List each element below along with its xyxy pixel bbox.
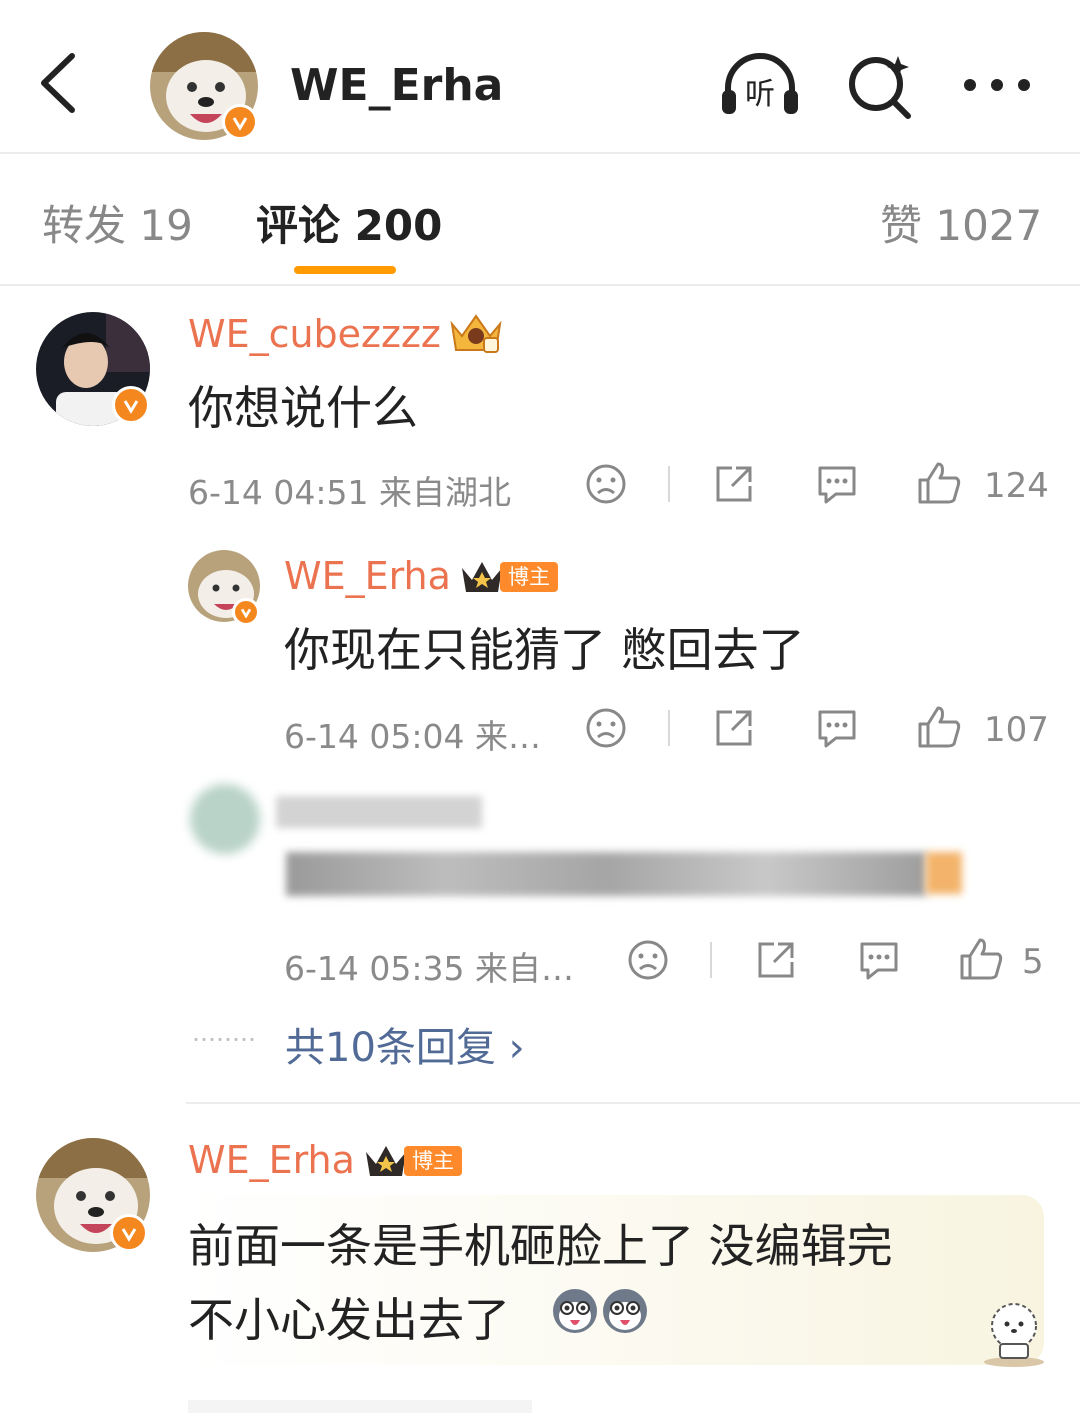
page-title: WE_Erha	[290, 60, 504, 111]
like-thumb-icon[interactable]	[916, 460, 962, 506]
comment-text-line1: 前面一条是手机砸脸上了 没编辑完	[188, 1219, 893, 1273]
dotted-connector	[192, 1038, 254, 1041]
like-thumb-icon[interactable]	[958, 936, 1004, 982]
comment-text-line2: 不小心发出去了	[188, 1293, 510, 1347]
like-count: 107	[984, 710, 1049, 750]
reply-comment-icon[interactable]	[856, 938, 902, 982]
tab-bar: 转发 19 评论 200 赞 1027	[0, 152, 1080, 286]
verified-badge-icon	[232, 598, 260, 626]
author-badge: 博主	[500, 562, 558, 592]
dislike-face-icon[interactable]	[584, 706, 628, 750]
reply-username[interactable]: WE_Erha	[284, 554, 451, 598]
verified-badge-icon	[222, 104, 258, 140]
author-badge: 博主	[404, 1146, 462, 1176]
blurred-avatar	[190, 784, 260, 854]
tab-comments[interactable]: 评论 200	[256, 192, 442, 253]
comment-separator	[186, 1102, 1080, 1104]
divider	[668, 710, 670, 746]
like-count: 5	[1022, 942, 1044, 982]
active-tab-indicator	[294, 266, 396, 274]
more-replies-link[interactable]: 共10条回复 ›	[285, 1015, 525, 1073]
divider	[710, 942, 712, 978]
crown-badge-icon	[462, 562, 502, 592]
top-bar: WE_Erha 听	[0, 0, 1080, 154]
comment-text: 你想说什么	[188, 381, 418, 435]
fluffy-dog-sticker-icon	[984, 1303, 1044, 1367]
svg-text:听: 听	[745, 77, 775, 112]
divider	[668, 466, 670, 502]
tab-repost[interactable]: 转发 19	[42, 192, 193, 253]
share-icon[interactable]	[712, 706, 756, 750]
crown-badge-icon	[450, 314, 502, 353]
like-thumb-icon[interactable]	[916, 704, 962, 750]
reply-meta: 6-14 05:35 来自…	[284, 949, 574, 988]
back-arrow-icon[interactable]	[30, 48, 90, 118]
share-icon[interactable]	[754, 938, 798, 982]
search-icon[interactable]	[846, 52, 916, 122]
blurred-username	[276, 796, 482, 828]
tab-likes[interactable]: 赞 1027	[880, 192, 1042, 253]
reply-comment-icon[interactable]	[814, 462, 860, 506]
more-options-icon[interactable]	[962, 76, 1032, 94]
husky-emoji-icon	[603, 1289, 647, 1333]
listen-headphones-icon[interactable]: 听	[718, 52, 802, 118]
blurred-emoji	[926, 852, 962, 894]
like-count: 124	[984, 466, 1049, 506]
dislike-face-icon[interactable]	[584, 462, 628, 506]
dislike-face-icon[interactable]	[626, 938, 670, 982]
crown-badge-icon	[366, 1146, 406, 1176]
blurred-comment-text	[286, 852, 926, 896]
next-row-partial	[188, 1400, 1048, 1413]
reply-comment-icon[interactable]	[814, 706, 860, 750]
reply-text: 你现在只能猜了 憋回去了	[284, 623, 805, 677]
verified-badge-icon	[110, 1214, 148, 1252]
comment-meta: 6-14 04:51 来自湖北	[188, 473, 511, 512]
comment-username[interactable]: WE_cubezzzz	[188, 312, 441, 356]
husky-emoji-icon	[553, 1289, 597, 1333]
share-icon[interactable]	[712, 462, 756, 506]
comment-username[interactable]: WE_Erha	[188, 1138, 355, 1182]
reply-meta: 6-14 05:04 来…	[284, 717, 541, 756]
verified-badge-icon	[112, 386, 150, 424]
